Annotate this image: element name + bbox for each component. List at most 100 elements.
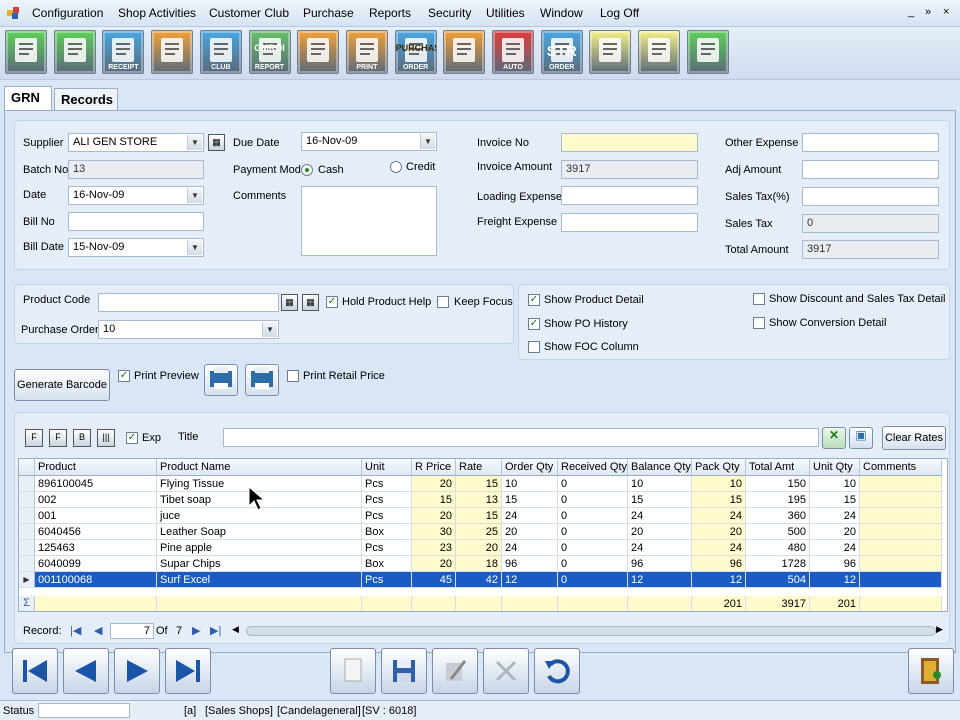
table-cell[interactable] — [860, 508, 942, 524]
table-cell[interactable] — [860, 540, 942, 556]
close-button[interactable]: × — [943, 6, 949, 18]
barcode-print-button[interactable] — [204, 364, 238, 396]
table-cell[interactable]: 20 — [810, 524, 860, 540]
table-cell[interactable]: 20 — [502, 524, 558, 540]
restore-button[interactable]: » — [925, 6, 931, 18]
table-cell[interactable]: 6040099 — [35, 556, 157, 572]
table-cell[interactable]: 0 — [558, 492, 628, 508]
credit-radio[interactable] — [390, 161, 402, 173]
menu-utilities[interactable]: Utilities — [486, 6, 525, 20]
grid-print-button[interactable]: ▣ — [849, 427, 873, 449]
table-row[interactable]: 6040099 Supar Chips Box 20 18 96 0 96 96 1728 96 — [19, 556, 947, 572]
font-f2-button[interactable]: F — [49, 429, 67, 447]
table-row[interactable]: 002 Tibet soap Pcs 15 13 15 0 15 15 195 15 — [19, 492, 947, 508]
menu-purchase[interactable]: Purchase — [303, 6, 354, 20]
first-button[interactable] — [12, 648, 58, 694]
table-cell[interactable]: 24 — [692, 540, 746, 556]
table-cell[interactable]: 0 — [558, 540, 628, 556]
generate-barcode-button[interactable]: Generate Barcode — [14, 369, 110, 401]
show-conversion-checkbox[interactable] — [753, 317, 765, 329]
table-cell[interactable]: Leather Soap — [157, 524, 362, 540]
column-header[interactable]: R Price — [412, 459, 456, 476]
column-header[interactable]: Balance Qty — [628, 459, 692, 476]
hold-help-checkbox[interactable]: ✓ — [326, 296, 338, 308]
first-record-icon[interactable]: |◀ — [70, 624, 81, 637]
table-cell[interactable]: Pcs — [362, 492, 412, 508]
row-header[interactable] — [19, 524, 35, 540]
toolbar-button-purchase-order[interactable]: ORDER PURCHASE — [394, 30, 437, 74]
table-cell[interactable]: 896100045 — [35, 476, 157, 492]
column-header[interactable]: Product — [35, 459, 157, 476]
column-header[interactable]: Unit Qty — [810, 459, 860, 476]
table-cell[interactable]: 10 — [810, 476, 860, 492]
table-cell[interactable]: 002 — [35, 492, 157, 508]
excel-export-button[interactable]: ✕ — [822, 427, 846, 449]
table-cell[interactable]: Box — [362, 524, 412, 540]
billdate-picker[interactable]: 15-Nov-09 ▼ — [68, 238, 204, 257]
tab-grn[interactable]: GRN — [4, 86, 52, 110]
table-cell[interactable]: 150 — [746, 476, 810, 492]
grn-grid[interactable]: Product Product Name Unit R Price Rate Order … — [18, 458, 948, 612]
table-cell[interactable]: 18 — [456, 556, 502, 572]
clear-rates-button[interactable]: Clear Rates — [882, 426, 946, 450]
table-cell[interactable]: 13 — [456, 492, 502, 508]
table-cell[interactable]: 24 — [810, 540, 860, 556]
salestax-field[interactable]: 0 — [802, 214, 939, 233]
toolbar-button-orange-tile[interactable] — [297, 30, 340, 74]
comments-textarea[interactable] — [301, 186, 437, 256]
invoice-no-field[interactable] — [561, 133, 698, 152]
table-cell[interactable]: 504 — [746, 572, 810, 588]
edit-button[interactable] — [432, 648, 478, 694]
scroll-left-icon[interactable]: ◀ — [232, 624, 239, 635]
table-cell[interactable]: 20 — [412, 556, 456, 572]
table-cell[interactable]: Pcs — [362, 476, 412, 492]
table-cell[interactable]: 42 — [456, 572, 502, 588]
table-row[interactable]: 896100045 Flying Tissue Pcs 20 15 10 0 10 10 150 1… — [19, 476, 947, 492]
horizontal-scrollbar[interactable] — [246, 626, 936, 636]
table-cell[interactable]: 360 — [746, 508, 810, 524]
toolbar-button-print[interactable]: PRINT — [345, 30, 388, 74]
other-expense-field[interactable] — [802, 133, 939, 152]
table-cell[interactable]: 24 — [502, 508, 558, 524]
table-cell[interactable]: 15 — [412, 492, 456, 508]
table-cell[interactable]: Supar Chips — [157, 556, 362, 572]
supplier-lookup-button[interactable]: ▦ — [208, 134, 225, 151]
grid-title-field[interactable] — [223, 428, 819, 447]
table-cell[interactable]: 20 — [692, 524, 746, 540]
table-cell[interactable]: 6040456 — [35, 524, 157, 540]
table-cell[interactable]: 20 — [456, 540, 502, 556]
table-cell[interactable]: Surf Excel — [157, 572, 362, 588]
purchase-order-combo[interactable]: 10 ▼ — [98, 320, 279, 339]
menu-shop-activities[interactable]: Shop Activities — [118, 6, 196, 20]
cash-radio[interactable] — [301, 164, 313, 176]
column-header[interactable]: Total Amt — [746, 459, 810, 476]
table-row[interactable]: 001 juce Pcs 20 15 24 0 24 24 360 24 — [19, 508, 947, 524]
table-cell[interactable]: 30 — [412, 524, 456, 540]
column-header[interactable]: Received Qty — [558, 459, 628, 476]
row-header[interactable] — [19, 556, 35, 572]
table-cell[interactable]: 12 — [692, 572, 746, 588]
adj-amount-field[interactable] — [802, 160, 939, 179]
table-cell[interactable]: 10 — [692, 476, 746, 492]
column-header[interactable]: Order Qty — [502, 459, 558, 476]
table-cell[interactable]: 0 — [558, 572, 628, 588]
table-cell[interactable]: 195 — [746, 492, 810, 508]
column-header[interactable]: Rate — [456, 459, 502, 476]
table-cell[interactable]: Pcs — [362, 508, 412, 524]
table-cell[interactable]: 12 — [502, 572, 558, 588]
chevron-down-icon[interactable]: ▼ — [262, 322, 277, 337]
print-preview-checkbox[interactable]: ✓ — [118, 370, 130, 382]
scroll-right-icon[interactable]: ▶ — [936, 624, 943, 635]
table-cell[interactable]: 20 — [412, 476, 456, 492]
table-cell[interactable]: 0 — [558, 508, 628, 524]
duedate-picker[interactable]: 16-Nov-09 ▼ — [301, 132, 437, 151]
toolbar-button-orange-tile[interactable] — [151, 30, 194, 74]
table-cell[interactable]: 12 — [628, 572, 692, 588]
menu-log-off[interactable]: Log Off — [600, 6, 639, 20]
chevron-down-icon[interactable]: ▼ — [187, 188, 202, 203]
product-code-field[interactable] — [98, 293, 279, 312]
previous-button[interactable] — [63, 648, 109, 694]
table-row[interactable]: 125463 Pine apple Pcs 23 20 24 0 24 24 480 24 — [19, 540, 947, 556]
table-cell[interactable]: 0 — [558, 556, 628, 572]
table-cell[interactable]: 15 — [502, 492, 558, 508]
